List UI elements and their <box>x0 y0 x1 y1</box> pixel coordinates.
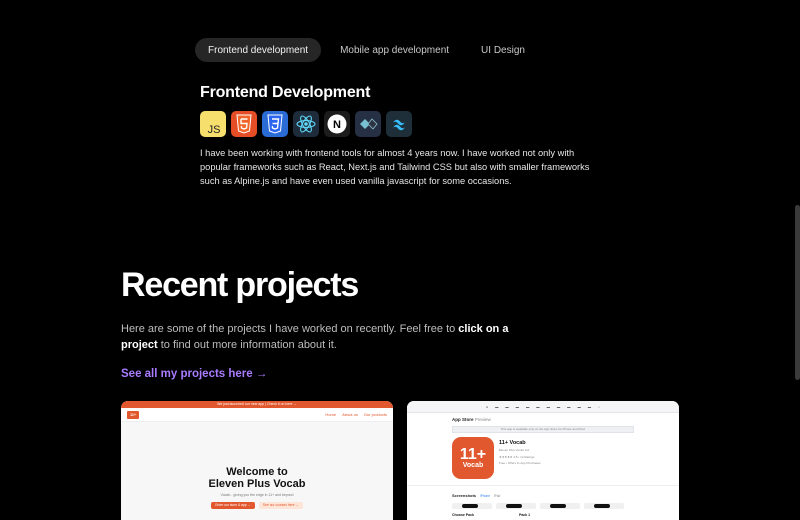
app-store-notice: This app is available only on the App St… <box>452 426 634 433</box>
recent-projects-heading: Recent projects <box>121 266 359 304</box>
recent-projects-description: Here are some of the projects I have wor… <box>121 323 509 351</box>
tab-iphone: iPhone <box>480 493 490 498</box>
screenshot-strip <box>407 498 679 509</box>
alpinejs-icon <box>355 111 381 137</box>
screenshot-thumb <box>452 503 492 509</box>
site-nav: 11+ Home About us Our products <box>121 408 393 422</box>
react-icon <box>293 111 319 137</box>
screenshot-thumb <box>540 503 580 509</box>
app-name: 11+ Vocab <box>499 440 526 446</box>
tab-frontend-development[interactable]: Frontend development <box>195 38 322 62</box>
skill-title: Frontend Development <box>200 84 371 101</box>
app-rating: ★★★★★ 4.8 • 12 Ratings <box>499 454 535 459</box>
site-logo: 11+ <box>127 410 139 419</box>
app-store-topbar: ● ▬ ▬ ▬ ▬ ▬ ▬ ▬ ▬ ▬ ▬ ⌕ <box>407 401 679 413</box>
skill-description: I have been working with frontend tools … <box>200 148 590 186</box>
site-hero-buttons: Enter our store & app → See our courses … <box>121 502 393 509</box>
tab-ipad: iPad <box>493 493 501 498</box>
app-listing: 11+ Vocab 11+ Vocab Eleven Plus Vocab Lt… <box>407 433 679 479</box>
css3-icon <box>262 111 288 137</box>
project-card-website[interactable]: We just launched our new app | Check it … <box>121 401 393 520</box>
tab-mobile-app-development[interactable]: Mobile app development <box>327 38 462 62</box>
project-card-app-store[interactable]: ● ▬ ▬ ▬ ▬ ▬ ▬ ▬ ▬ ▬ ▬ ⌕ App Store Preview This app … <box>407 401 679 520</box>
site-hero-line2: Eleven Plus Vocab <box>208 478 306 490</box>
page-scrollbar[interactable] <box>795 205 800 380</box>
screenshot-labels: Choose Pack Pack 1 <box>452 513 531 517</box>
html5-icon <box>231 111 257 137</box>
tech-icons: JS N <box>200 111 412 137</box>
site-hero-subtitle: Vocab - giving you the edge in 11+ and b… <box>220 493 294 497</box>
screenshots-header: Screenshots iPhone iPad <box>407 485 679 498</box>
svg-text:N: N <box>333 119 341 131</box>
site-hero: Welcome to Eleven Plus Vocab Vocab - giv… <box>121 422 393 509</box>
site-nav-products: Our products <box>363 412 387 417</box>
screenshot-thumb <box>584 503 624 509</box>
site-hero-line1: Welcome to <box>226 466 288 478</box>
site-courses-button: See our courses here → <box>258 502 303 509</box>
site-nav-home: Home <box>325 412 337 417</box>
app-price: Free • Offers In-App Purchases <box>499 461 541 465</box>
see-all-projects-link[interactable]: See all my projects here → <box>121 368 267 380</box>
nextjs-icon: N <box>324 111 350 137</box>
tab-ui-design[interactable]: UI Design <box>468 38 538 62</box>
site-nav-links: Home About us Our products <box>325 412 387 417</box>
app-info: 11+ Vocab Eleven Plus Vocab Ltd ★★★★★ 4.… <box>499 437 541 479</box>
site-banner: We just launched our new app | Check it … <box>121 401 393 408</box>
svg-text:JS: JS <box>208 124 221 136</box>
app-store-label: App Store Preview <box>452 417 491 422</box>
javascript-icon: JS <box>200 111 226 137</box>
app-developer: Eleven Plus Vocab Ltd <box>499 448 530 452</box>
tailwindcss-icon <box>386 111 412 137</box>
skill-tabs: Frontend development Mobile app developm… <box>195 38 538 62</box>
site-store-button: Enter our store & app → <box>211 502 255 509</box>
site-nav-about: About us <box>342 412 358 417</box>
app-icon: 11+ Vocab <box>452 437 494 479</box>
screenshot-thumb <box>496 503 536 509</box>
